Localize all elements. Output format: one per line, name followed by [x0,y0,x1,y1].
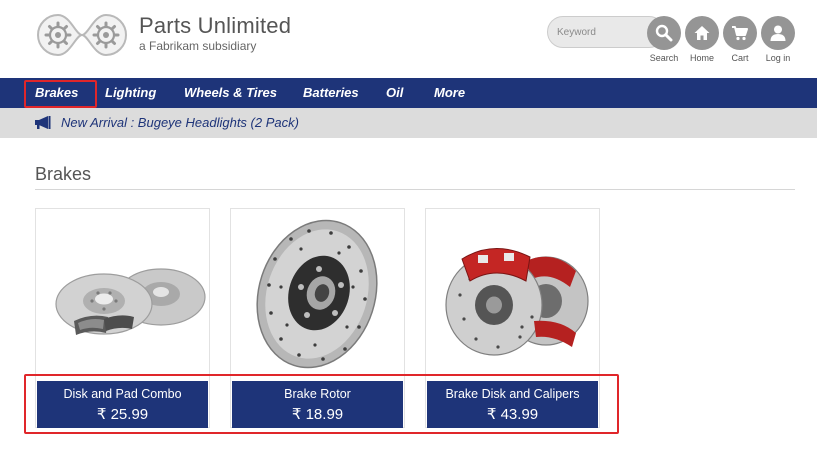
home-button-label[interactable]: Home [682,53,722,63]
nav-item-lighting[interactable]: Lighting [105,78,156,108]
brand-title[interactable]: Parts Unlimited [139,13,291,39]
brand-subtitle: a Fabrikam subsidiary [139,39,257,53]
home-button[interactable] [685,16,719,50]
product-price: ₹ 25.99 [96,406,149,423]
nav-item-batteries[interactable]: Batteries [303,78,359,108]
product-info[interactable]: Disk and Pad Combo ₹ 25.99 [37,381,208,428]
nav-item-brakes[interactable]: Brakes [35,78,78,108]
search-button[interactable] [647,16,681,50]
brake-calipers-image[interactable] [426,209,599,379]
login-button-label[interactable]: Log in [758,53,798,63]
product-price: ₹ 18.99 [291,406,344,423]
cart-button[interactable] [723,16,757,50]
disk-pad-combo-image[interactable] [36,209,209,379]
cart-button-label[interactable]: Cart [720,53,760,63]
user-icon [770,25,786,41]
home-icon [694,26,710,40]
section-divider [35,189,795,190]
announcement-link[interactable]: New Arrival : Bugeye Headlights (2 Pack) [61,108,299,138]
cart-icon [732,26,748,41]
brake-rotor-image[interactable] [231,209,404,379]
search-button-label[interactable]: Search [644,53,684,63]
product-name[interactable]: Disk and Pad Combo [37,387,208,401]
search-icon [655,24,673,42]
product-card-disk-pad-combo[interactable]: Disk and Pad Combo ₹ 25.99 [35,208,210,428]
nav-item-oil[interactable]: Oil [386,78,403,108]
product-price: ₹ 43.99 [486,406,539,423]
login-button[interactable] [761,16,795,50]
megaphone-icon [35,116,51,129]
parts-unlimited-logo[interactable] [34,12,130,58]
nav-item-more[interactable]: More [434,78,465,108]
product-card-brake-rotor[interactable]: Brake Rotor ₹ 18.99 [230,208,405,428]
product-name[interactable]: Brake Disk and Calipers [427,387,598,401]
product-info[interactable]: Brake Rotor ₹ 18.99 [232,381,403,428]
nav-item-wheels-tires[interactable]: Wheels & Tires [184,78,277,108]
product-card-brake-disk-calipers[interactable]: Brake Disk and Calipers ₹ 43.99 [425,208,600,428]
product-name[interactable]: Brake Rotor [232,387,403,401]
product-info[interactable]: Brake Disk and Calipers ₹ 43.99 [427,381,598,428]
announcement-bar: New Arrival : Bugeye Headlights (2 Pack) [0,108,817,138]
section-title: Brakes [35,164,92,184]
category-nav: Brakes Lighting Wheels & Tires Batteries… [0,78,817,108]
